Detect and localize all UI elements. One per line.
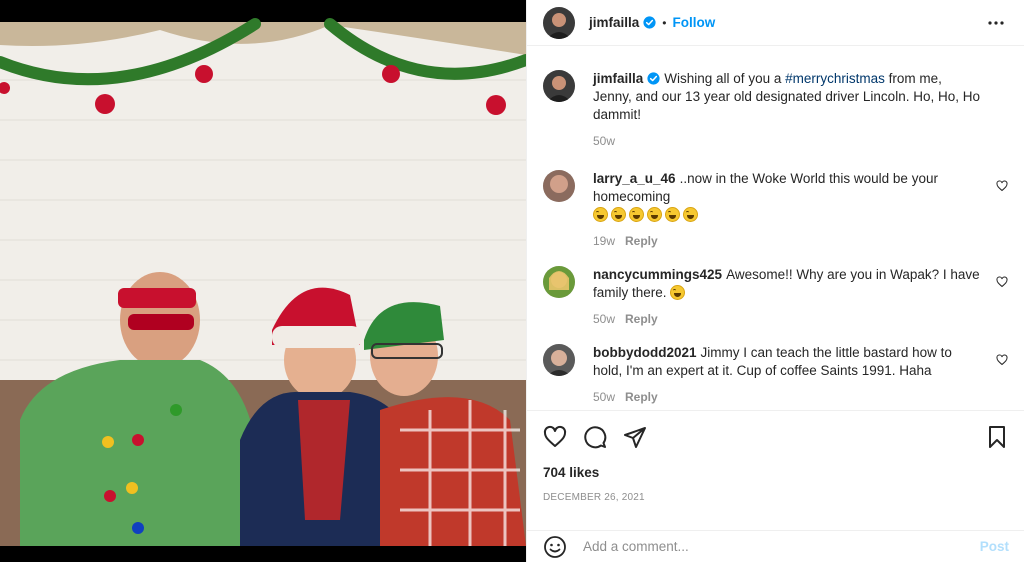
emoji-smile-icon[interactable] — [543, 535, 567, 559]
more-options-icon[interactable] — [984, 11, 1008, 35]
like-heart-icon[interactable] — [543, 425, 567, 449]
likes-count[interactable]: 704 likes — [543, 465, 1009, 480]
comment-meta: 19w Reply — [593, 234, 982, 248]
comment-item: nancycummings425 Awesome!! Why are you in… — [543, 266, 1008, 326]
comment-age[interactable]: 50w — [593, 390, 615, 404]
comment-body: larry_a_u_46 ..now in the Woke World this… — [593, 170, 1008, 248]
post-side-panel: jimfailla • Follow jimfailla Wishing all … — [526, 0, 1024, 562]
action-icon-row — [543, 425, 1009, 449]
verified-badge-icon — [643, 16, 656, 29]
hashtag-link[interactable]: #merrychristmas — [785, 71, 885, 86]
caption-text-before: Wishing all of you a — [664, 71, 786, 86]
comment-username[interactable]: larry_a_u_46 — [593, 171, 676, 186]
small-heart-icon[interactable] — [996, 276, 1008, 288]
follow-button[interactable]: Follow — [672, 15, 715, 30]
comment-input[interactable] — [583, 539, 980, 554]
comment-username[interactable]: bobbydodd2021 — [593, 345, 697, 360]
verified-badge-icon — [647, 72, 660, 85]
commenter-avatar[interactable] — [543, 170, 575, 202]
comments-list[interactable]: jimfailla Wishing all of you a #merrychri… — [527, 46, 1024, 410]
comment-text: larry_a_u_46 ..now in the Woke World this… — [593, 170, 982, 224]
post-comment-button[interactable]: Post — [980, 539, 1009, 554]
reply-button[interactable]: Reply — [625, 390, 658, 404]
post-actions: 704 likes DECEMBER 26, 2021 — [527, 410, 1024, 503]
add-comment-bar: Post — [527, 530, 1024, 562]
laughing-emoji-icon — [683, 207, 698, 222]
caption-row: jimfailla Wishing all of you a #merrychri… — [543, 70, 1008, 148]
comment-item: larry_a_u_46 ..now in the Woke World this… — [543, 170, 1008, 248]
comment-age[interactable]: 50w — [593, 312, 615, 326]
caption-meta: 50w — [593, 134, 982, 148]
laughing-emoji-icon — [670, 285, 686, 300]
laughing-emoji-icon — [665, 207, 680, 222]
post-photo[interactable] — [0, 0, 526, 562]
laughing-emoji-icon — [611, 207, 626, 222]
family-christmas-photo — [0, 0, 526, 562]
laughing-emoji-icon — [629, 207, 644, 222]
small-heart-icon[interactable] — [996, 180, 1008, 192]
laughing-emoji-icon — [647, 207, 662, 222]
comment-item: bobbydodd2021 Jimmy I can teach the littl… — [543, 344, 1008, 404]
comment-icon[interactable] — [583, 425, 607, 449]
comment-text: bobbydodd2021 Jimmy I can teach the littl… — [593, 344, 982, 380]
small-heart-icon[interactable] — [996, 354, 1008, 366]
separator-dot: • — [662, 15, 667, 30]
caption-age[interactable]: 50w — [593, 134, 615, 148]
comment-text: nancycummings425 Awesome!! Why are you in… — [593, 266, 982, 302]
instagram-post-viewer: jimfailla • Follow jimfailla Wishing all … — [0, 0, 1024, 562]
comment-body: nancycummings425 Awesome!! Why are you in… — [593, 266, 1008, 326]
post-date: DECEMBER 26, 2021 — [543, 492, 645, 503]
author-avatar[interactable] — [543, 6, 575, 39]
commenter-avatar[interactable] — [543, 344, 575, 376]
reply-button[interactable]: Reply — [625, 234, 658, 248]
share-icon[interactable] — [623, 425, 647, 449]
save-bookmark-icon[interactable] — [985, 425, 1009, 449]
caption-text: jimfailla Wishing all of you a #merrychri… — [593, 70, 982, 124]
comment-body: bobbydodd2021 Jimmy I can teach the littl… — [593, 344, 1008, 404]
comment-meta: 50w Reply — [593, 312, 982, 326]
caption-body: jimfailla Wishing all of you a #merrychri… — [593, 70, 1008, 148]
author-username[interactable]: jimfailla — [589, 15, 639, 30]
post-header: jimfailla • Follow — [527, 0, 1024, 46]
reply-button[interactable]: Reply — [625, 312, 658, 326]
author-avatar[interactable] — [543, 70, 575, 102]
laughing-emoji-icon — [593, 207, 608, 222]
comment-age[interactable]: 19w — [593, 234, 615, 248]
caption-username[interactable]: jimfailla — [593, 71, 643, 86]
commenter-avatar[interactable] — [543, 266, 575, 298]
comment-meta: 50w Reply — [593, 390, 982, 404]
comment-username[interactable]: nancycummings425 — [593, 267, 722, 282]
